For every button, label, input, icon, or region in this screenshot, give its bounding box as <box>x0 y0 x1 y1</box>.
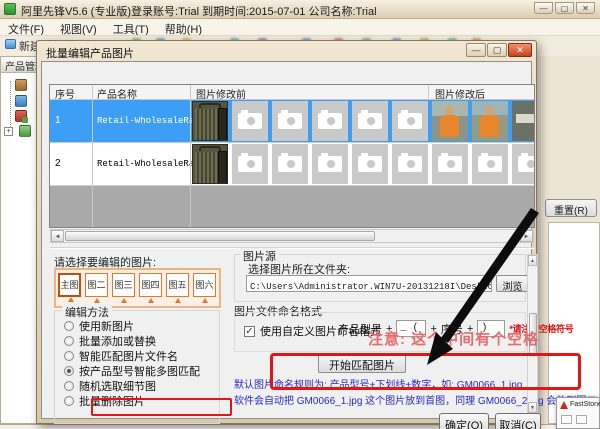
camera-placeholder-icon[interactable] <box>272 101 308 141</box>
ok-button[interactable]: 确定(O) <box>439 413 489 429</box>
menubar: 文件(F) 视图(V) 工具(T) 帮助(H) <box>0 19 600 36</box>
radio-label: 智能匹配图片文件名 <box>79 351 178 363</box>
menu-tools[interactable]: 工具(T) <box>113 21 149 36</box>
camera-placeholder-icon[interactable] <box>392 101 428 141</box>
naming-example-hint: 软件会自动把 GM0066_1.jpg 这个图片放到首图，同理 GM0066_2… <box>234 396 600 407</box>
radio-icon[interactable] <box>64 336 74 346</box>
tree-expand-icon[interactable]: + <box>4 127 13 136</box>
faststone-title: FastStone <box>570 401 600 408</box>
scrollbar-thumb[interactable] <box>65 231 375 241</box>
radio-option-smart-filename[interactable]: 智能匹配图片文件名 <box>64 348 178 364</box>
tree-node-icon[interactable] <box>15 110 28 123</box>
image-slot-tabs: 主图 图二 图三 图四 图五 图六 <box>54 268 221 308</box>
table-row[interactable]: 2 Retail-WholesaleRadio <box>50 143 534 186</box>
column-divider <box>428 85 429 100</box>
radio-option-random-detail[interactable]: 随机选取细节图 <box>64 378 156 394</box>
radio-icon[interactable] <box>64 381 74 391</box>
camera-placeholder-icon[interactable] <box>352 144 388 184</box>
camera-placeholder-icon[interactable] <box>432 144 468 184</box>
col-header-after: 图片修改后 <box>435 90 485 101</box>
col-header-index: 序号 <box>55 90 75 101</box>
reset-button[interactable]: 重置(R) <box>545 199 597 217</box>
radio-option-new-image[interactable]: 使用新图片 <box>64 318 134 334</box>
menu-help[interactable]: 帮助(H) <box>165 21 202 36</box>
main-window-controls: — ▢ ✕ <box>534 2 595 14</box>
dialog-controls: — ▢ ✕ <box>466 43 532 57</box>
col-header-name: 产品名称 <box>97 90 137 101</box>
main-titlebar: 阿里先锋V5.6 (专业版)登录账号:Trial 到期时间:2015-07-01… <box>0 0 600 19</box>
maximize-icon[interactable]: ▢ <box>555 2 574 14</box>
camera-placeholder-icon[interactable] <box>312 101 348 141</box>
screen: 阿里先锋V5.6 (专业版)登录账号:Trial 到期时间:2015-07-01… <box>0 0 600 429</box>
radio-option-batch-add[interactable]: 批量添加或替换 <box>64 333 156 349</box>
product-photo-radio[interactable] <box>192 101 228 141</box>
col-header-before: 图片修改前 <box>196 90 246 101</box>
product-photo-radio[interactable] <box>192 144 228 184</box>
dialog-body: 序号 产品名称 图片修改前 图片修改后 1 Retail-WholesaleRa… <box>41 61 600 429</box>
annotation-arrow <box>427 208 539 365</box>
app-logo-icon <box>4 3 16 15</box>
image-cells <box>192 144 534 184</box>
radio-icon[interactable] <box>64 396 74 406</box>
tab-image-3[interactable]: 图三 <box>112 273 135 303</box>
radio-icon[interactable] <box>64 321 74 331</box>
radio-label: 按产品型号智能多图匹配 <box>79 366 200 378</box>
batch-edit-images-dialog: 批量编辑产品图片 — ▢ ✕ 序号 产品名称 图片修改前 图片修改后 1 Ret… <box>36 40 600 429</box>
radio-option-model-multi-match[interactable]: 按产品型号智能多图匹配 <box>64 363 200 379</box>
camera-placeholder-icon[interactable] <box>312 144 348 184</box>
faststone-panel[interactable]: FastStone <box>556 397 600 429</box>
menu-view[interactable]: 视图(V) <box>60 21 97 36</box>
table-row[interactable]: 1 Retail-WholesaleRadio <box>50 100 534 143</box>
radio-label: 使用新图片 <box>79 321 134 333</box>
tab-image-2[interactable]: 图二 <box>85 273 108 303</box>
row-index: 1 <box>55 115 61 126</box>
minimize-icon[interactable]: — <box>534 2 553 14</box>
camera-placeholder-icon[interactable] <box>232 101 268 141</box>
dialog-title: 批量编辑产品图片 <box>46 48 134 60</box>
tab-main-image[interactable]: 主图 <box>58 273 81 302</box>
radio-label: 批量添加或替换 <box>79 336 156 348</box>
camera-placeholder-icon[interactable] <box>232 144 268 184</box>
cancel-button[interactable]: 取消(C) <box>495 413 541 429</box>
dialog-close-icon[interactable]: ✕ <box>508 43 532 57</box>
matched-photo[interactable] <box>472 101 508 141</box>
tree-node-icon[interactable] <box>15 95 27 107</box>
tree-node-icon[interactable] <box>15 79 27 91</box>
matched-photo[interactable] <box>432 101 468 141</box>
tab-image-4[interactable]: 图四 <box>139 273 162 303</box>
column-divider <box>190 85 191 227</box>
camera-placeholder-icon[interactable] <box>472 144 508 184</box>
new-product-icon <box>5 39 16 49</box>
column-divider <box>92 85 93 227</box>
row-index: 2 <box>55 158 61 169</box>
highlight-rect-selected-option <box>91 398 232 416</box>
tab-image-5[interactable]: 图五 <box>166 273 189 303</box>
scroll-left-icon[interactable]: ◄ <box>51 230 64 242</box>
tree-node-icon[interactable] <box>19 125 31 137</box>
radio-label: 随机选取细节图 <box>79 381 156 393</box>
camera-placeholder-icon[interactable] <box>512 144 534 184</box>
camera-placeholder-icon[interactable] <box>392 144 428 184</box>
scroll-down-icon[interactable]: ▼ <box>528 402 537 413</box>
product-tree-panel: 产品管理 + <box>0 56 37 424</box>
matched-photo[interactable] <box>512 101 534 141</box>
main-window-title: 阿里先锋V5.6 (专业版)登录账号:Trial 到期时间:2015-07-01… <box>21 6 377 18</box>
radio-icon[interactable] <box>64 351 74 361</box>
table-header: 序号 产品名称 图片修改前 图片修改后 <box>50 85 534 101</box>
faststone-tool-icon[interactable] <box>561 415 572 424</box>
dialog-maximize-icon[interactable]: ▢ <box>487 43 507 57</box>
faststone-logo-icon <box>560 401 568 409</box>
image-cells <box>192 101 534 141</box>
dialog-minimize-icon[interactable]: — <box>466 43 486 57</box>
product-image-table: 序号 产品名称 图片修改前 图片修改后 1 Retail-WholesaleRa… <box>49 84 535 228</box>
camera-placeholder-icon[interactable] <box>352 101 388 141</box>
tab-image-6[interactable]: 图六 <box>193 273 216 303</box>
radio-selected-icon[interactable] <box>64 366 74 376</box>
sidebar-header: 产品管理 <box>1 57 36 73</box>
checkbox-checked-icon[interactable]: ✓ <box>244 325 255 337</box>
menu-file[interactable]: 文件(F) <box>8 21 44 36</box>
faststone-tool-icon[interactable] <box>576 415 587 424</box>
camera-placeholder-icon[interactable] <box>272 144 308 184</box>
close-icon[interactable]: ✕ <box>576 2 595 14</box>
